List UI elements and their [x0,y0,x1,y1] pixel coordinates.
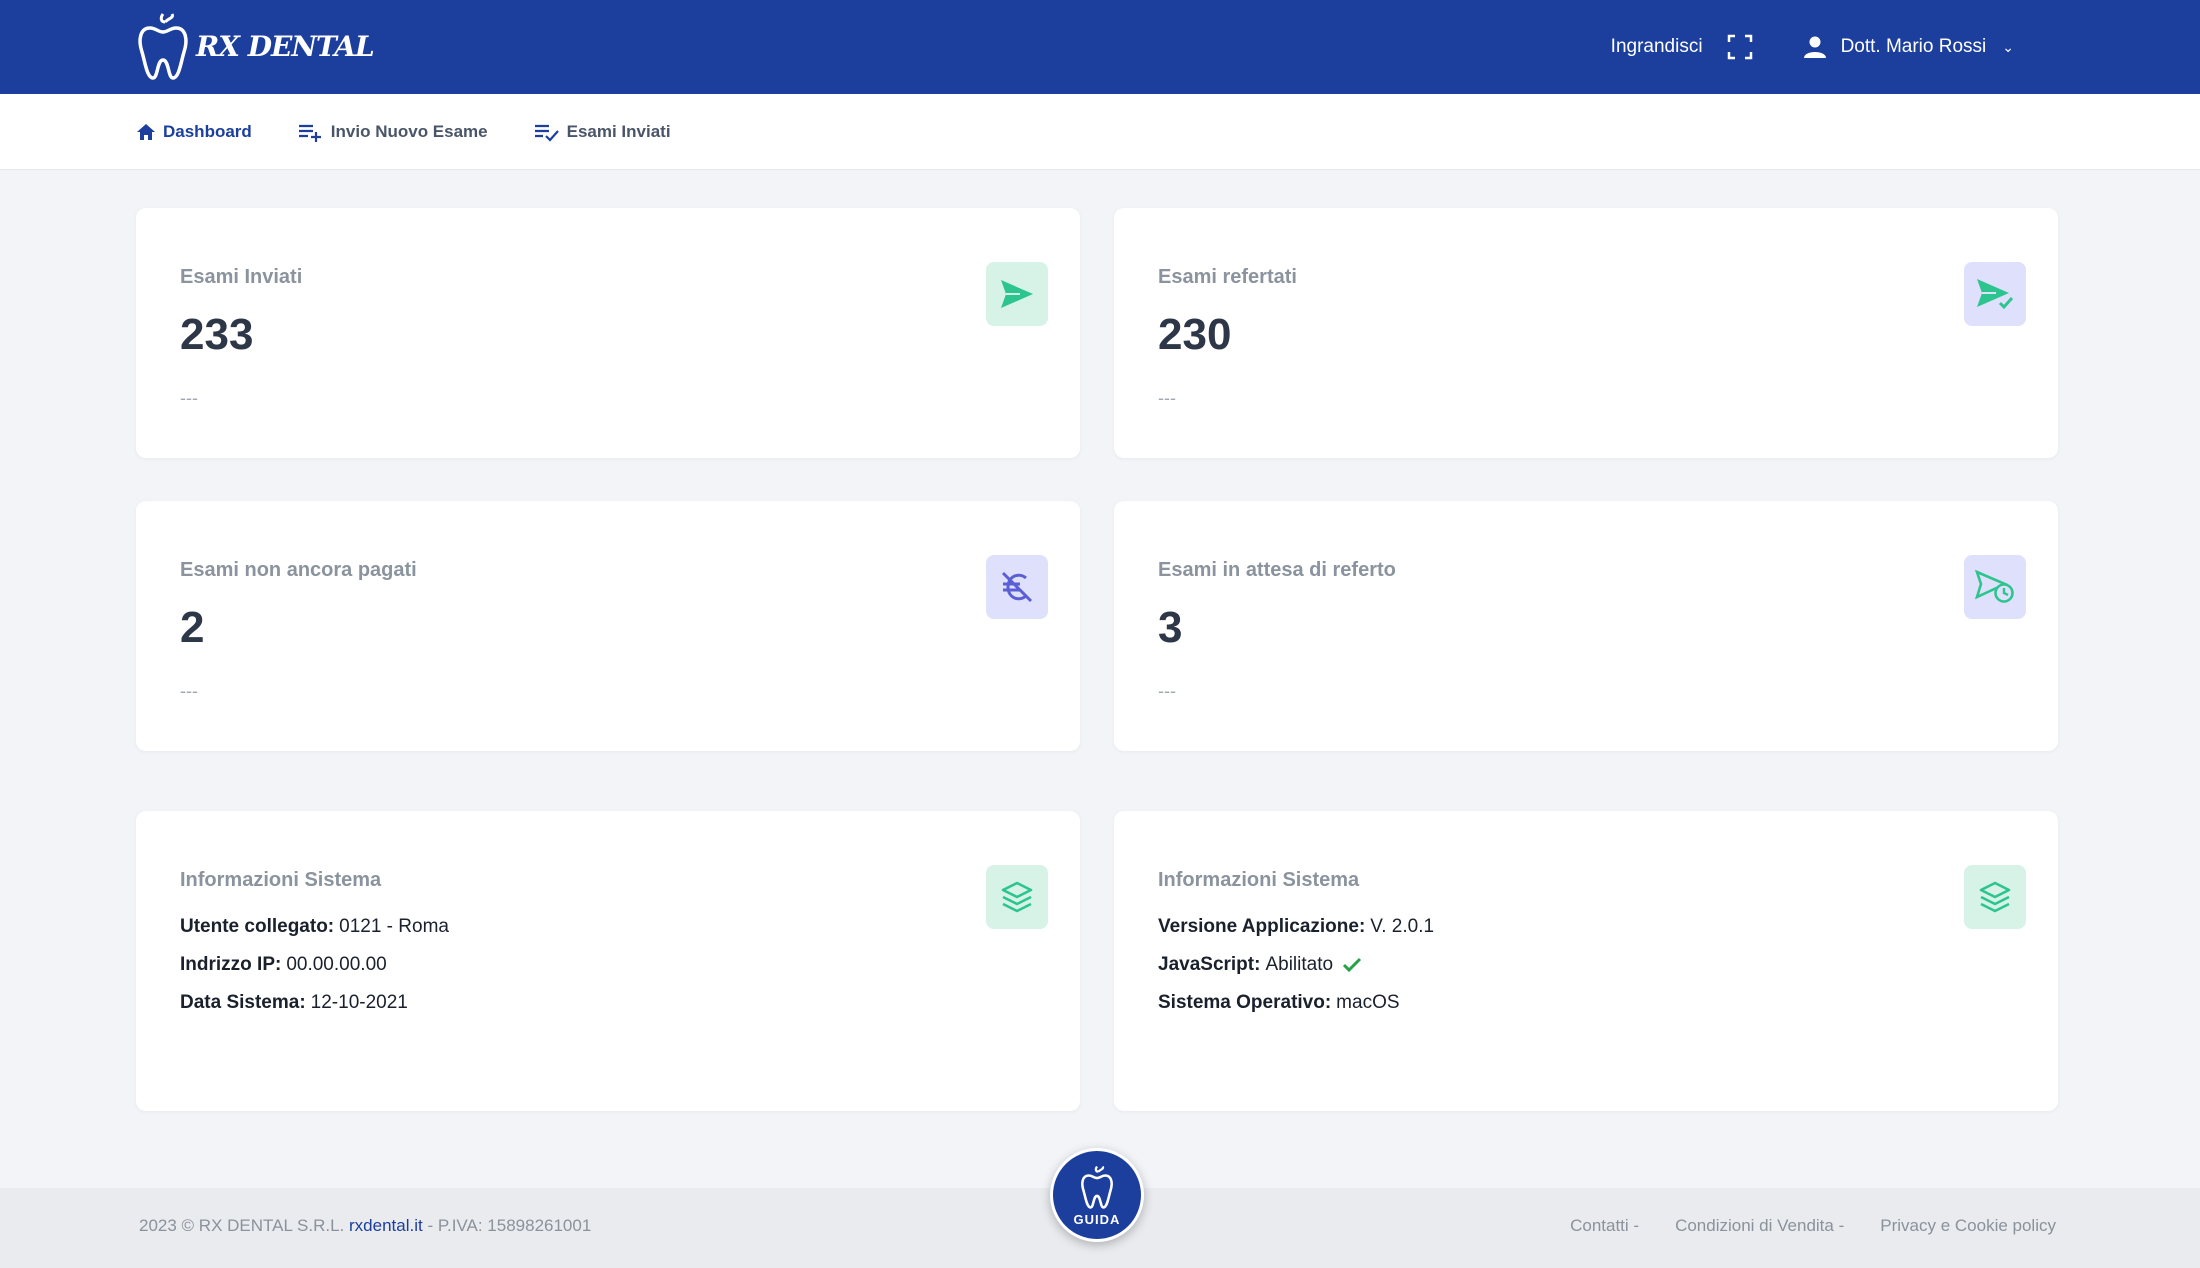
stat-icon-box [986,262,1048,326]
stat-icon-box [1964,262,2026,326]
stat-card-pending: Esami in attesa di referto 3 --- [1114,501,2058,751]
nav-sent-exams-label: Esami Inviati [566,121,671,141]
info-value: 0121 - Roma [339,915,449,937]
stat-value: 3 [1158,603,1183,652]
stat-card-reported: Esami refertati 230 --- [1114,208,2058,458]
footer-link-contacts[interactable]: Contatti - [1570,1216,1639,1236]
info-key: Indrizzo IP: [180,953,282,975]
info-value: 12-10-2021 [310,991,408,1013]
user-name: Dott. Mario Rossi [1840,36,1987,57]
info-key: JavaScript: [1158,953,1261,975]
home-icon [137,123,155,140]
system-info-card-user: Informazioni Sistema Utente collegato: 0… [136,811,1080,1111]
info-value: Abilitato [1265,953,1334,975]
euro-off-icon [1001,571,1033,603]
stat-label: Esami non ancora pagati [180,559,417,581]
stat-value: 2 [180,603,205,652]
stat-sub: --- [1158,388,1176,408]
info-line-javascript: JavaScript: Abilitato [1158,953,1434,976]
stat-value: 233 [180,310,254,359]
stat-icon-box [1964,865,2026,929]
info-line-user: Utente collegato: 0121 - Roma [180,915,449,938]
stat-card-sent: Esami Inviati 233 --- [136,208,1080,458]
check-icon [1343,957,1362,972]
list-add-icon [298,124,321,142]
guide-button[interactable]: GUIDA [1050,1148,1144,1242]
system-info-title: Informazioni Sistema [1158,869,1360,891]
user-icon [1803,36,1826,58]
header-actions: Ingrandisci Dott. Mario Rossi ⌄ [1611,0,2014,94]
system-info-card-app: Informazioni Sistema Versione Applicazio… [1114,811,2058,1111]
layers-icon [1979,881,2011,913]
site-link[interactable]: rxdental.it [349,1216,423,1235]
tooth-logo-icon [138,13,188,80]
system-info-list: Versione Applicazione: V. 2.0.1 JavaScri… [1158,915,1434,1029]
send-clock-icon [1975,570,2014,603]
info-key: Sistema Operativo: [1158,991,1332,1013]
top-bar: RX DENTAL Ingrandisci Dott. Mario Rossi … [0,0,2200,94]
info-key: Versione Applicazione: [1158,915,1366,937]
copyright-text: 2023 © RX DENTAL S.R.L. [139,1216,345,1235]
stat-icon-box [986,865,1048,929]
fullscreen-button[interactable]: Ingrandisci [1611,34,1753,60]
send-icon [1001,280,1033,308]
info-line-os: Sistema Operativo: macOS [1158,991,1434,1014]
system-info-title: Informazioni Sistema [180,869,382,891]
stat-card-unpaid: Esami non ancora pagati 2 --- [136,501,1080,751]
footer-links: Contatti - Condizioni di Vendita - Priva… [1570,1216,2056,1236]
footer-copyright: 2023 © RX DENTAL S.R.L. rxdental.it - P.… [139,1216,591,1236]
brand-logo[interactable]: RX DENTAL [136,6,375,86]
chevron-down-icon: ⌄ [2002,38,2014,55]
stat-label: Esami Inviati [180,266,303,288]
info-key: Utente collegato: [180,915,335,937]
vat-text: - P.IVA: 15898261001 [427,1216,592,1235]
stat-value: 230 [1158,310,1232,359]
brand-name: RX DENTAL [196,29,375,63]
info-value: macOS [1336,991,1400,1013]
nav-dashboard-label: Dashboard [163,121,252,141]
nav-sent-exams[interactable]: Esami Inviati [534,122,671,142]
info-line-date: Data Sistema: 12-10-2021 [180,991,449,1014]
list-check-icon [534,124,559,142]
system-info-list: Utente collegato: 0121 - Roma Indrizzo I… [180,915,449,1029]
info-value: V. 2.0.1 [1370,915,1435,937]
user-menu[interactable]: Dott. Mario Rossi ⌄ [1803,35,2014,59]
stat-icon-box [986,555,1048,619]
info-value: 00.00.00.00 [286,953,387,975]
nav-dashboard[interactable]: Dashboard [136,122,252,142]
stat-sub: --- [1158,681,1176,701]
footer-link-terms[interactable]: Condizioni di Vendita - [1675,1216,1844,1236]
stat-sub: --- [180,681,198,701]
info-key: Data Sistema: [180,991,306,1013]
tooth-icon [1081,1165,1113,1209]
stat-label: Esami refertati [1158,266,1297,288]
main-nav: Dashboard Invio Nuovo Esame Esami Inviat… [0,94,2200,170]
fullscreen-label: Ingrandisci [1610,36,1703,57]
nav-new-exam-label: Invio Nuovo Esame [330,121,488,141]
footer-link-privacy[interactable]: Privacy e Cookie policy [1880,1216,2056,1236]
send-check-icon [1977,279,2014,310]
info-line-version: Versione Applicazione: V. 2.0.1 [1158,915,1434,938]
fullscreen-icon [1727,34,1752,60]
guide-label: GUIDA [1073,1211,1121,1227]
layers-icon [1001,881,1033,913]
nav-new-exam[interactable]: Invio Nuovo Esame [298,122,488,142]
stat-label: Esami in attesa di referto [1158,559,1396,581]
info-line-ip: Indrizzo IP: 00.00.00.00 [180,953,449,976]
stat-icon-box [1964,555,2026,619]
stat-sub: --- [180,388,198,408]
